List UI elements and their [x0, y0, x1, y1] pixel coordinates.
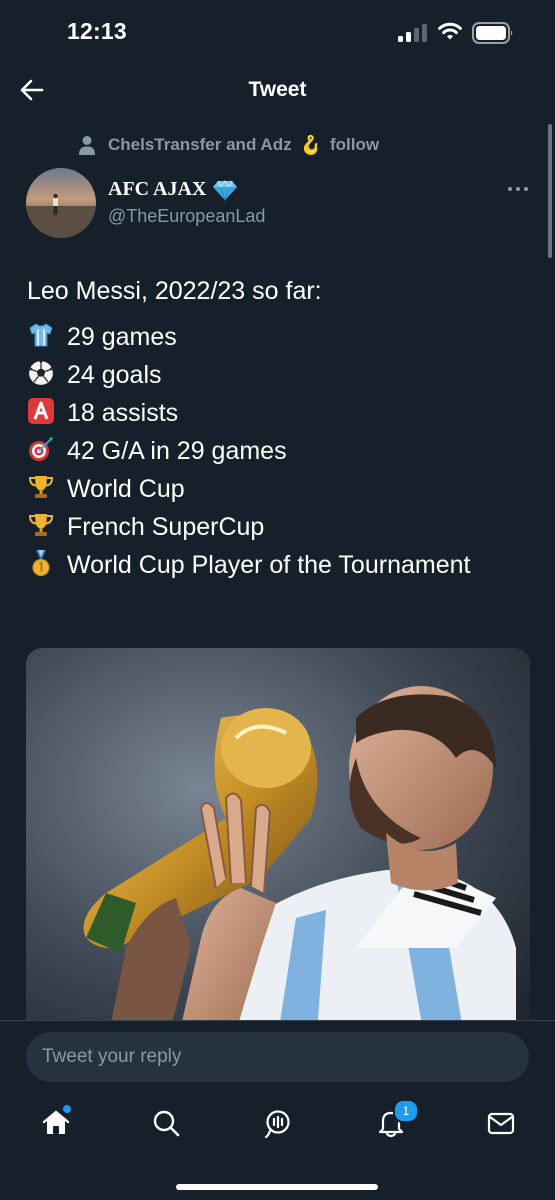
- author-name[interactable]: AFC AJAX: [108, 178, 238, 201]
- more-options-icon[interactable]: [506, 182, 530, 196]
- tab-spaces[interactable]: [258, 1103, 298, 1143]
- gem-icon: [213, 179, 238, 201]
- reply-placeholder: Tweet your reply: [42, 1046, 182, 1067]
- tab-bar: 1: [0, 1099, 555, 1155]
- author-name-text: AFC AJAX: [108, 178, 207, 200]
- hook-emoji: 🪝: [299, 134, 323, 155]
- scrollbar[interactable]: [548, 124, 552, 258]
- dart-target-icon: [29, 437, 53, 461]
- header: Tweet: [0, 64, 555, 116]
- search-icon: [153, 1110, 180, 1137]
- tweet-photo[interactable]: [26, 648, 530, 1048]
- tweet-line: 24 goals: [27, 356, 532, 394]
- trophy-icon: [28, 476, 54, 498]
- cellular-signal-icon: [398, 24, 428, 42]
- tweet-line: 42 G/A in 29 games: [27, 432, 532, 470]
- tab-messages[interactable]: [481, 1103, 521, 1143]
- shirt-icon: [29, 323, 53, 347]
- tab-home[interactable]: [36, 1103, 76, 1143]
- tweet-text: Leo Messi, 2022/23 so far: 29 games 24 g…: [27, 272, 532, 584]
- status-bar: 12:13: [0, 0, 555, 64]
- avatar[interactable]: [26, 168, 96, 238]
- letter-a-icon: [28, 398, 54, 424]
- battery-icon: [472, 22, 514, 44]
- status-time: 12:13: [67, 18, 127, 44]
- tweet-line: French SuperCup: [27, 508, 532, 546]
- spaces-icon: [264, 1110, 290, 1139]
- home-indicator: [176, 1184, 378, 1190]
- social-context-action: follow: [330, 135, 380, 154]
- tweet-line: 29 games: [27, 318, 532, 356]
- tweet-line: World Cup: [27, 470, 532, 508]
- reply-input[interactable]: Tweet your reply: [26, 1032, 529, 1082]
- trophy-icon: [28, 514, 54, 536]
- tweet-intro: Leo Messi, 2022/23 so far:: [27, 277, 322, 305]
- mail-icon: [487, 1112, 515, 1135]
- player-kissing-trophy-image: [26, 648, 530, 1048]
- page-title: Tweet: [248, 78, 307, 101]
- tweet-line: World Cup Player of the Tournament: [27, 546, 532, 584]
- soccer-ball-icon: [27, 359, 55, 387]
- author-handle[interactable]: @TheEuropeanLad: [108, 206, 265, 227]
- tweet-line: 18 assists: [27, 394, 532, 432]
- bottom-bar: Tweet your reply 1: [0, 1020, 555, 1200]
- tab-notifications[interactable]: 1: [371, 1099, 419, 1143]
- person-icon: [79, 136, 95, 155]
- social-context-names: ChelsTransfer and Adz: [108, 135, 292, 154]
- tab-search[interactable]: [146, 1103, 186, 1143]
- home-new-dot: [63, 1105, 71, 1113]
- social-context[interactable]: ChelsTransfer and Adz 🪝 follow: [78, 132, 379, 158]
- notification-count-badge: 1: [393, 1099, 419, 1123]
- wifi-icon: [437, 21, 463, 41]
- medal-icon: [32, 550, 50, 577]
